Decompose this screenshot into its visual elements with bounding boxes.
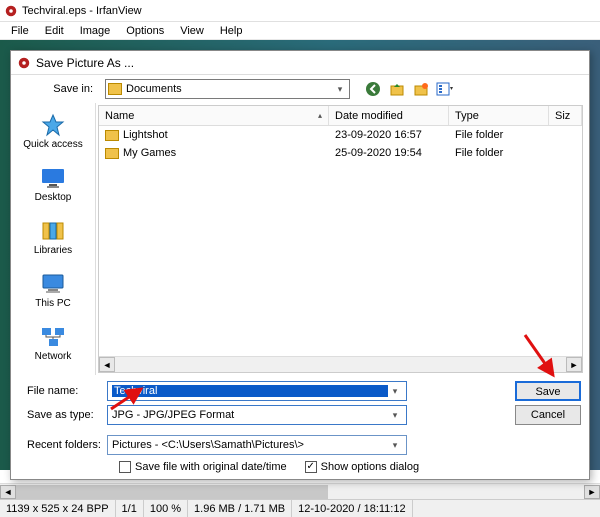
main-hscrollbar[interactable]: ◄ ► [0, 483, 600, 499]
chevron-down-icon[interactable]: ▾ [388, 410, 402, 421]
place-this-pc[interactable]: This PC [11, 268, 95, 313]
sort-indicator-icon: ▴ [318, 111, 322, 120]
place-network[interactable]: Network [11, 321, 95, 366]
menu-view[interactable]: View [173, 24, 211, 38]
checkbox-icon [119, 461, 131, 473]
scroll-left-icon[interactable]: ◄ [99, 357, 115, 372]
filename-value: Techviral [112, 385, 388, 397]
status-page: 1/1 [116, 500, 144, 517]
filename-input[interactable]: Techviral ▾ [107, 381, 407, 401]
checkbox-icon: ✓ [305, 461, 317, 473]
recent-value: Pictures - <C:\Users\Samath\Pictures\> [112, 439, 388, 451]
status-datetime: 12-10-2020 / 18:11:12 [292, 500, 412, 517]
list-item[interactable]: My Games 25-09-2020 19:54 File folder [99, 144, 582, 162]
back-icon[interactable] [364, 80, 382, 98]
folder-icon [105, 148, 119, 159]
place-libraries[interactable]: Libraries [11, 215, 95, 260]
up-folder-icon[interactable] [388, 80, 406, 98]
savetype-combo[interactable]: JPG - JPG/JPEG Format ▾ [107, 405, 407, 425]
scroll-right-icon[interactable]: ► [584, 485, 600, 499]
list-hscrollbar[interactable]: ◄ ► [99, 356, 582, 372]
scroll-track[interactable] [115, 357, 566, 372]
main-titlebar: Techviral.eps - IrfanView [0, 0, 600, 22]
pc-icon [39, 272, 67, 296]
savetype-label: Save as type: [19, 409, 103, 421]
save-in-value: Documents [126, 83, 333, 95]
star-icon [39, 113, 67, 137]
chevron-down-icon[interactable]: ▾ [388, 440, 402, 451]
network-icon [39, 325, 67, 349]
list-item[interactable]: Lightshot 23-09-2020 16:57 File folder [99, 126, 582, 144]
dialog-bottom: File name: Techviral ▾ Save Save as type… [11, 375, 589, 479]
desktop-icon [39, 166, 67, 190]
cancel-button[interactable]: Cancel [515, 405, 581, 425]
file-list-header: Name▴ Date modified Type Siz [99, 106, 582, 126]
folder-icon [108, 83, 122, 95]
col-type[interactable]: Type [449, 106, 549, 125]
chk-original-date[interactable]: Save file with original date/time [119, 461, 287, 473]
status-zoom: 100 % [144, 500, 188, 517]
menubar: File Edit Image Options View Help [0, 22, 600, 40]
col-name[interactable]: Name▴ [99, 106, 329, 125]
col-date[interactable]: Date modified [329, 106, 449, 125]
window-title: Techviral.eps - IrfanView [22, 5, 142, 17]
menu-options[interactable]: Options [119, 24, 171, 38]
scroll-right-icon[interactable]: ► [566, 357, 582, 372]
libraries-icon [39, 219, 67, 243]
statusbar: 1139 x 525 x 24 BPP 1/1 100 % 1.96 MB / … [0, 499, 600, 517]
dialog-icon [17, 56, 31, 70]
save-in-row: Save in: Documents ▾ [11, 75, 589, 103]
savetype-value: JPG - JPG/JPEG Format [112, 409, 388, 421]
dialog-titlebar: Save Picture As ... [11, 51, 589, 75]
status-filesize: 1.96 MB / 1.71 MB [188, 500, 292, 517]
recent-folders-combo[interactable]: Pictures - <C:\Users\Samath\Pictures\> ▾ [107, 435, 407, 455]
scroll-track[interactable] [16, 485, 584, 499]
menu-image[interactable]: Image [73, 24, 118, 38]
dialog-title: Save Picture As ... [36, 56, 134, 70]
view-menu-icon[interactable] [436, 80, 454, 98]
scroll-thumb[interactable] [16, 485, 328, 499]
new-folder-icon[interactable] [412, 80, 430, 98]
place-quick-access[interactable]: Quick access [11, 109, 95, 154]
file-list: Name▴ Date modified Type Siz Lightshot 2… [98, 105, 583, 373]
save-in-label: Save in: [19, 83, 99, 95]
menu-edit[interactable]: Edit [38, 24, 71, 38]
app-icon [4, 4, 18, 18]
recent-label: Recent folders: [19, 439, 103, 451]
save-as-dialog: Save Picture As ... Save in: Documents ▾… [10, 50, 590, 480]
file-list-rows[interactable]: Lightshot 23-09-2020 16:57 File folder M… [99, 126, 582, 356]
place-desktop[interactable]: Desktop [11, 162, 95, 207]
chevron-down-icon[interactable]: ▾ [333, 84, 347, 95]
save-button[interactable]: Save [515, 381, 581, 401]
filename-label: File name: [19, 385, 103, 397]
menu-file[interactable]: File [4, 24, 36, 38]
chk-show-options[interactable]: ✓ Show options dialog [305, 461, 419, 473]
menu-help[interactable]: Help [213, 24, 250, 38]
status-dimensions: 1139 x 525 x 24 BPP [0, 500, 116, 517]
dialog-toolbar [364, 80, 454, 98]
scroll-left-icon[interactable]: ◄ [0, 485, 16, 499]
save-in-combo[interactable]: Documents ▾ [105, 79, 350, 99]
chevron-down-icon[interactable]: ▾ [388, 386, 402, 397]
folder-icon [105, 130, 119, 141]
places-bar: Quick access Desktop Libraries This PC N… [11, 103, 96, 375]
col-size[interactable]: Siz [549, 106, 582, 125]
